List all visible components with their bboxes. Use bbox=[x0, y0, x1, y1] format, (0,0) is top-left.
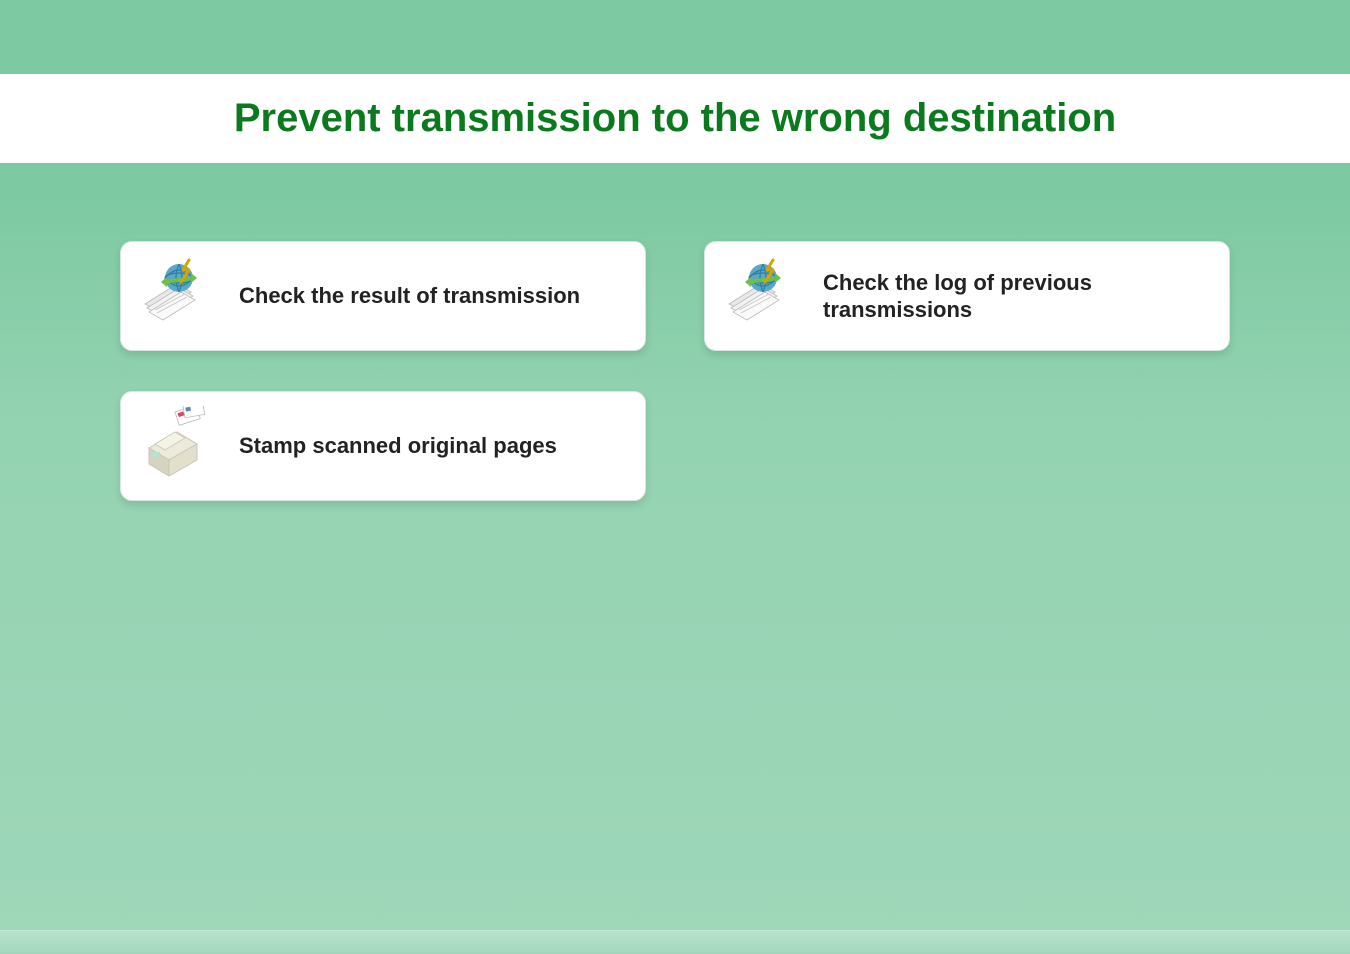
globe-documents-icon bbox=[719, 256, 799, 336]
option-label: Check the log of previous transmissions bbox=[823, 269, 1205, 324]
option-label: Check the result of transmission bbox=[239, 282, 580, 310]
header-spacer bbox=[0, 0, 1350, 74]
title-bar: Prevent transmission to the wrong destin… bbox=[0, 74, 1350, 163]
option-stamp-pages[interactable]: Stamp scanned original pages bbox=[120, 391, 646, 501]
globe-documents-icon bbox=[135, 256, 215, 336]
options-grid: Check the result of transmission bbox=[0, 163, 1350, 501]
option-check-result[interactable]: Check the result of transmission bbox=[120, 241, 646, 351]
option-check-log[interactable]: Check the log of previous transmissions bbox=[704, 241, 1230, 351]
page-title: Prevent transmission to the wrong destin… bbox=[0, 96, 1350, 141]
option-label: Stamp scanned original pages bbox=[239, 432, 557, 460]
footer-band bbox=[0, 930, 1350, 954]
printer-stamp-icon bbox=[135, 406, 215, 486]
